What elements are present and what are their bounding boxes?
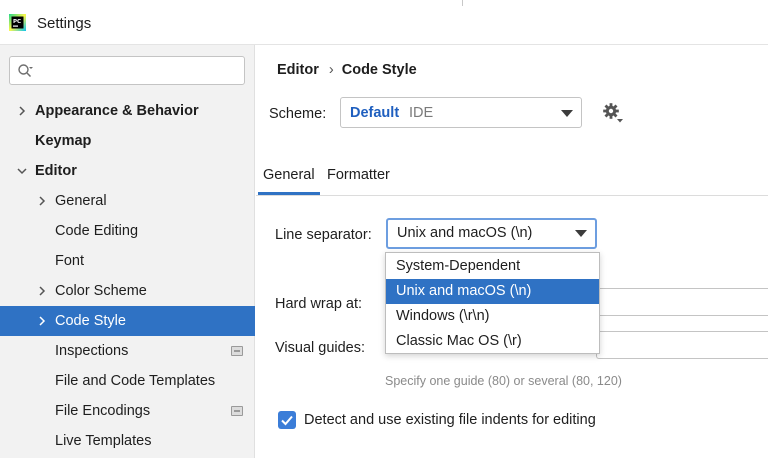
window-title: Settings (37, 15, 92, 32)
tab-label: Formatter (327, 167, 390, 183)
sidebar-item-label: Live Templates (55, 433, 152, 449)
detect-indents-checkbox[interactable] (278, 411, 296, 429)
sidebar-item-label: File Encodings (55, 403, 151, 419)
scheme-name: Default (350, 105, 400, 121)
option-system-dependent[interactable]: System-Dependent (386, 254, 599, 279)
sidebar-item-label: Code Editing (55, 223, 139, 239)
sidebar-item-label: Color Scheme (55, 283, 147, 299)
line-separator-dropdown[interactable]: Unix and macOS (\n) (386, 218, 597, 249)
chevron-right-icon[interactable] (16, 105, 28, 117)
pycharm-app-icon: PC (9, 14, 26, 31)
sidebar-item-label: Keymap (35, 133, 92, 149)
tab-general[interactable]: General (258, 167, 320, 195)
line-separator-label: Line separator: (275, 227, 372, 243)
visual-guides-input[interactable] (596, 331, 768, 359)
chevron-down-icon (575, 230, 587, 237)
sidebar-item-file-code-templates[interactable]: File and Code Templates (0, 366, 255, 396)
settings-sidebar: Appearance & Behavior Keymap Editor Gene… (0, 45, 255, 458)
visual-guides-label: Visual guides: (275, 340, 366, 356)
scheme-label: Scheme: (269, 106, 327, 122)
sidebar-item-label: Code Style (55, 313, 126, 329)
search-icon (18, 64, 33, 78)
sidebar-item-general[interactable]: General (0, 186, 255, 216)
sidebar-item-label: Inspections (55, 343, 129, 359)
tab-formatter[interactable]: Formatter (327, 167, 390, 195)
sidebar-item-label: Appearance & Behavior (35, 103, 199, 119)
breadcrumb-item[interactable]: Editor (277, 62, 319, 78)
sidebar-item-label: Font (55, 253, 85, 269)
gear-icon[interactable] (602, 102, 624, 124)
tab-label: General (263, 167, 315, 183)
sidebar-item-inspections[interactable]: Inspections (0, 336, 255, 366)
sidebar-item-code-editing[interactable]: Code Editing (0, 216, 255, 246)
option-windows[interactable]: Windows (\r\n) (386, 304, 599, 329)
chevron-down-icon[interactable] (16, 165, 28, 177)
title-bar: PC Settings (0, 0, 768, 45)
sidebar-item-color-scheme[interactable]: Color Scheme (0, 276, 255, 306)
sidebar-item-appearance-behavior[interactable]: Appearance & Behavior (0, 96, 255, 126)
sidebar-item-label: File and Code Templates (55, 373, 216, 389)
sidebar-item-file-encodings[interactable]: File Encodings (0, 396, 255, 426)
breadcrumb: Editor › Code Style (277, 62, 417, 78)
sidebar-item-label: General (55, 193, 107, 209)
scheme-kind: IDE (409, 105, 434, 121)
hard-wrap-input[interactable] (596, 288, 768, 316)
line-separator-value: Unix and macOS (\n) (397, 225, 533, 241)
title-bar-divider (462, 0, 463, 6)
chevron-right-icon[interactable] (36, 285, 48, 297)
sidebar-item-editor[interactable]: Editor (0, 156, 255, 186)
sidebar-item-label: Editor (35, 163, 77, 179)
search-input[interactable] (40, 60, 240, 81)
option-unix-macos[interactable]: Unix and macOS (\n) (386, 279, 599, 304)
visual-guides-hint: Specify one guide (80) or several (80, 1… (385, 374, 622, 388)
chevron-down-icon (561, 110, 573, 117)
chevron-right-icon[interactable] (36, 315, 48, 327)
line-separator-options: System-Dependent Unix and macOS (\n) Win… (385, 252, 600, 354)
detect-indents-label[interactable]: Detect and use existing file indents for… (304, 412, 596, 428)
sidebar-item-keymap[interactable]: Keymap (0, 126, 255, 156)
sidebar-item-code-style[interactable]: Code Style (0, 306, 255, 336)
breadcrumb-item: Code Style (341, 62, 417, 78)
project-scope-icon (231, 346, 243, 356)
option-classic-mac[interactable]: Classic Mac OS (\r) (386, 329, 599, 354)
svg-text:PC: PC (13, 19, 21, 25)
settings-search[interactable] (9, 56, 245, 85)
code-style-tabs: General Formatter (256, 159, 768, 196)
checkmark-icon (281, 415, 293, 426)
project-scope-icon (231, 406, 243, 416)
chevron-right-icon[interactable] (36, 195, 48, 207)
scheme-dropdown[interactable]: Default IDE (340, 97, 582, 128)
hard-wrap-label: Hard wrap at: (275, 296, 363, 312)
breadcrumb-separator: › (328, 62, 334, 78)
sidebar-item-live-templates[interactable]: Live Templates (0, 426, 255, 456)
sidebar-item-font[interactable]: Font (0, 246, 255, 276)
